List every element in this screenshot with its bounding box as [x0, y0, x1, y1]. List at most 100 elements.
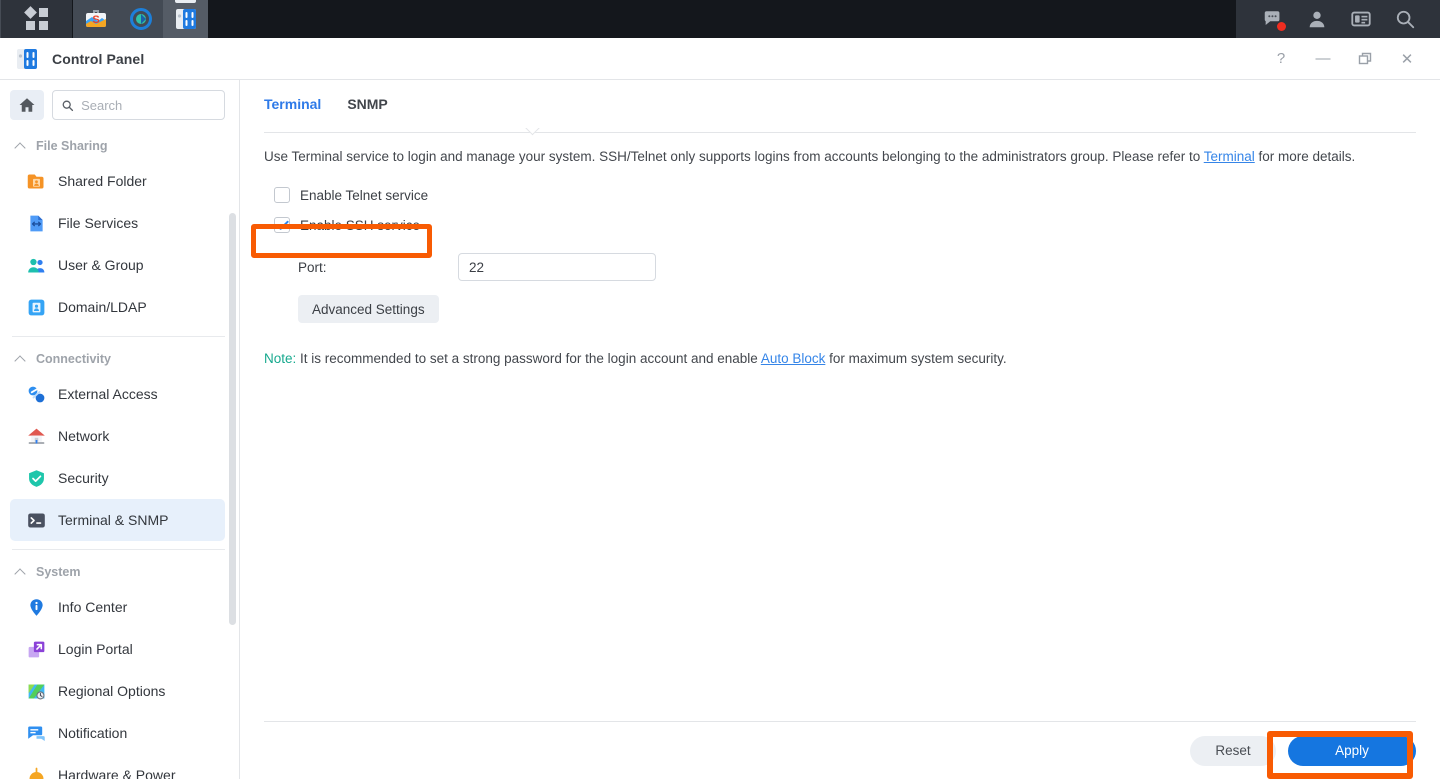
external-access-icon — [28, 386, 45, 402]
sidebar-item-label: Notification — [58, 725, 128, 741]
sidebar-scrollbar[interactable] — [229, 213, 236, 625]
minimize-button[interactable]: — — [1308, 46, 1338, 72]
sidebar-group-system[interactable]: System — [0, 556, 239, 586]
sidebar-group-label: Connectivity — [36, 352, 112, 366]
tab-bar-rule — [264, 132, 1416, 133]
sidebar-item-external-access[interactable]: External Access — [10, 373, 225, 415]
sidebar-item-login-portal[interactable]: Login Portal — [10, 628, 225, 670]
enable-telnet-label[interactable]: Enable Telnet service — [300, 188, 428, 203]
search-icon — [62, 100, 74, 111]
action-footer: Reset Apply — [264, 721, 1416, 779]
close-button[interactable]: ✕ — [1392, 46, 1422, 72]
sidebar-group-connectivity[interactable]: Connectivity — [0, 343, 239, 373]
sidebar-item-terminal-snmp[interactable]: Terminal & SNMP — [10, 499, 225, 541]
window-body: File Sharing Shared Folder — [0, 80, 1440, 779]
tab-snmp[interactable]: SNMP — [347, 96, 387, 123]
taskbar: S — [0, 0, 1440, 38]
sidebar-item-label: File Services — [58, 215, 139, 231]
sidebar-item-label: Security — [58, 470, 109, 486]
sidebar-item-label: Info Center — [58, 599, 128, 615]
sidebar-item-label: Terminal & SNMP — [58, 512, 169, 528]
info-center-icon — [30, 598, 43, 616]
description-part1: Use Terminal service to login and manage… — [264, 149, 1204, 164]
sidebar-item-label: Shared Folder — [58, 173, 147, 189]
chevron-up-icon — [16, 567, 26, 577]
enable-telnet-checkbox[interactable] — [274, 187, 290, 203]
sidebar-top-bar — [0, 80, 239, 130]
page-title: Control Panel — [52, 50, 145, 67]
search-input[interactable] — [81, 97, 216, 113]
note-part1: It is recommended to set a strong passwo… — [296, 351, 761, 366]
sidebar-item-label: Domain/LDAP — [58, 299, 147, 315]
home-button[interactable] — [10, 90, 44, 120]
app-launcher-button[interactable] — [1, 0, 73, 38]
sidebar-item-user-group[interactable]: User & Group — [10, 244, 225, 286]
taskbar-app-support-center[interactable] — [118, 0, 163, 38]
home-icon — [19, 98, 35, 112]
app-grid-icon — [23, 6, 48, 30]
domain-ldap-icon — [28, 299, 45, 315]
enable-ssh-checkbox[interactable] — [274, 217, 290, 233]
content-area: Terminal SNMP Use Terminal service to lo… — [240, 80, 1440, 779]
reset-button[interactable]: Reset — [1190, 735, 1276, 766]
maximize-button[interactable] — [1350, 46, 1380, 72]
advanced-settings-button[interactable]: Advanced Settings — [298, 295, 439, 323]
notification-badge — [1277, 22, 1286, 31]
sidebar-item-network[interactable]: Network — [10, 415, 225, 457]
sidebar-item-hardware-power[interactable]: Hardware & Power — [10, 754, 225, 779]
ssh-row: Enable SSH service — [264, 217, 1416, 233]
sidebar-group-label: File Sharing — [36, 139, 108, 153]
person-icon[interactable] — [1306, 8, 1328, 30]
widget-panel-icon[interactable] — [1350, 8, 1372, 30]
sidebar-item-label: Network — [58, 428, 110, 444]
tab-terminal[interactable]: Terminal — [264, 96, 321, 123]
search-icon[interactable] — [1394, 8, 1416, 30]
control-panel-window: Control Panel ? — ✕ Search File Sharing … — [0, 38, 1440, 779]
terminal-settings-pane: Use Terminal service to login and manage… — [240, 123, 1440, 366]
help-button[interactable]: ? — [1266, 46, 1296, 72]
sidebar-item-security[interactable]: Security — [10, 457, 225, 499]
regional-options-icon — [28, 684, 45, 699]
taskbar-running-apps: S — [73, 0, 208, 38]
chat-bubble-icon[interactable] — [1262, 8, 1286, 31]
sidebar-group-file-sharing[interactable]: File Sharing — [0, 130, 239, 160]
enable-ssh-label[interactable]: Enable SSH service — [300, 218, 420, 233]
chevron-up-icon — [16, 354, 26, 364]
file-services-icon — [30, 215, 43, 231]
taskbar-app-control-panel[interactable] — [163, 0, 208, 38]
window-titlebar: Control Panel ? — ✕ — [0, 38, 1440, 80]
port-input[interactable] — [458, 253, 656, 281]
sidebar: File Sharing Shared Folder — [0, 80, 240, 779]
taskbar-tray — [1236, 0, 1440, 38]
sidebar-item-file-services[interactable]: File Services — [10, 202, 225, 244]
sidebar-item-domain-ldap[interactable]: Domain/LDAP — [10, 286, 225, 328]
user-group-icon — [28, 258, 45, 272]
sidebar-search[interactable] — [52, 90, 225, 120]
note-keyword: Note: — [264, 351, 297, 366]
network-icon — [28, 428, 45, 444]
auto-block-link[interactable]: Auto Block — [761, 351, 826, 366]
security-shield-icon — [29, 469, 44, 487]
window-controls: ? — ✕ — [1266, 46, 1440, 72]
sidebar-scroll-area: File Sharing Shared Folder File Services… — [0, 130, 239, 779]
sidebar-item-label: Hardware & Power — [58, 767, 176, 779]
sidebar-item-info-center[interactable]: Info Center — [10, 586, 225, 628]
hardware-power-icon — [29, 767, 44, 779]
port-row: Port: — [264, 253, 1416, 281]
terminal-icon — [28, 513, 45, 527]
taskbar-app-package-center[interactable]: S — [73, 0, 118, 38]
sidebar-item-notification[interactable]: Notification — [10, 712, 225, 754]
sidebar-item-label: User & Group — [58, 257, 144, 273]
note-text: Note: It is recommended to set a strong … — [264, 351, 1416, 366]
terminal-help-link[interactable]: Terminal — [1204, 149, 1255, 164]
sidebar-item-regional-options[interactable]: Regional Options — [10, 670, 225, 712]
notification-icon — [28, 726, 45, 741]
sidebar-divider — [12, 336, 225, 337]
sidebar-item-shared-folder[interactable]: Shared Folder — [10, 160, 225, 202]
apply-button[interactable]: Apply — [1288, 735, 1416, 766]
svg-text:S: S — [92, 14, 99, 26]
maximize-icon — [1358, 52, 1372, 64]
package-center-icon: S — [85, 10, 106, 27]
note-part2: for maximum system security. — [825, 351, 1007, 366]
tab-bar: Terminal SNMP — [240, 80, 1440, 123]
